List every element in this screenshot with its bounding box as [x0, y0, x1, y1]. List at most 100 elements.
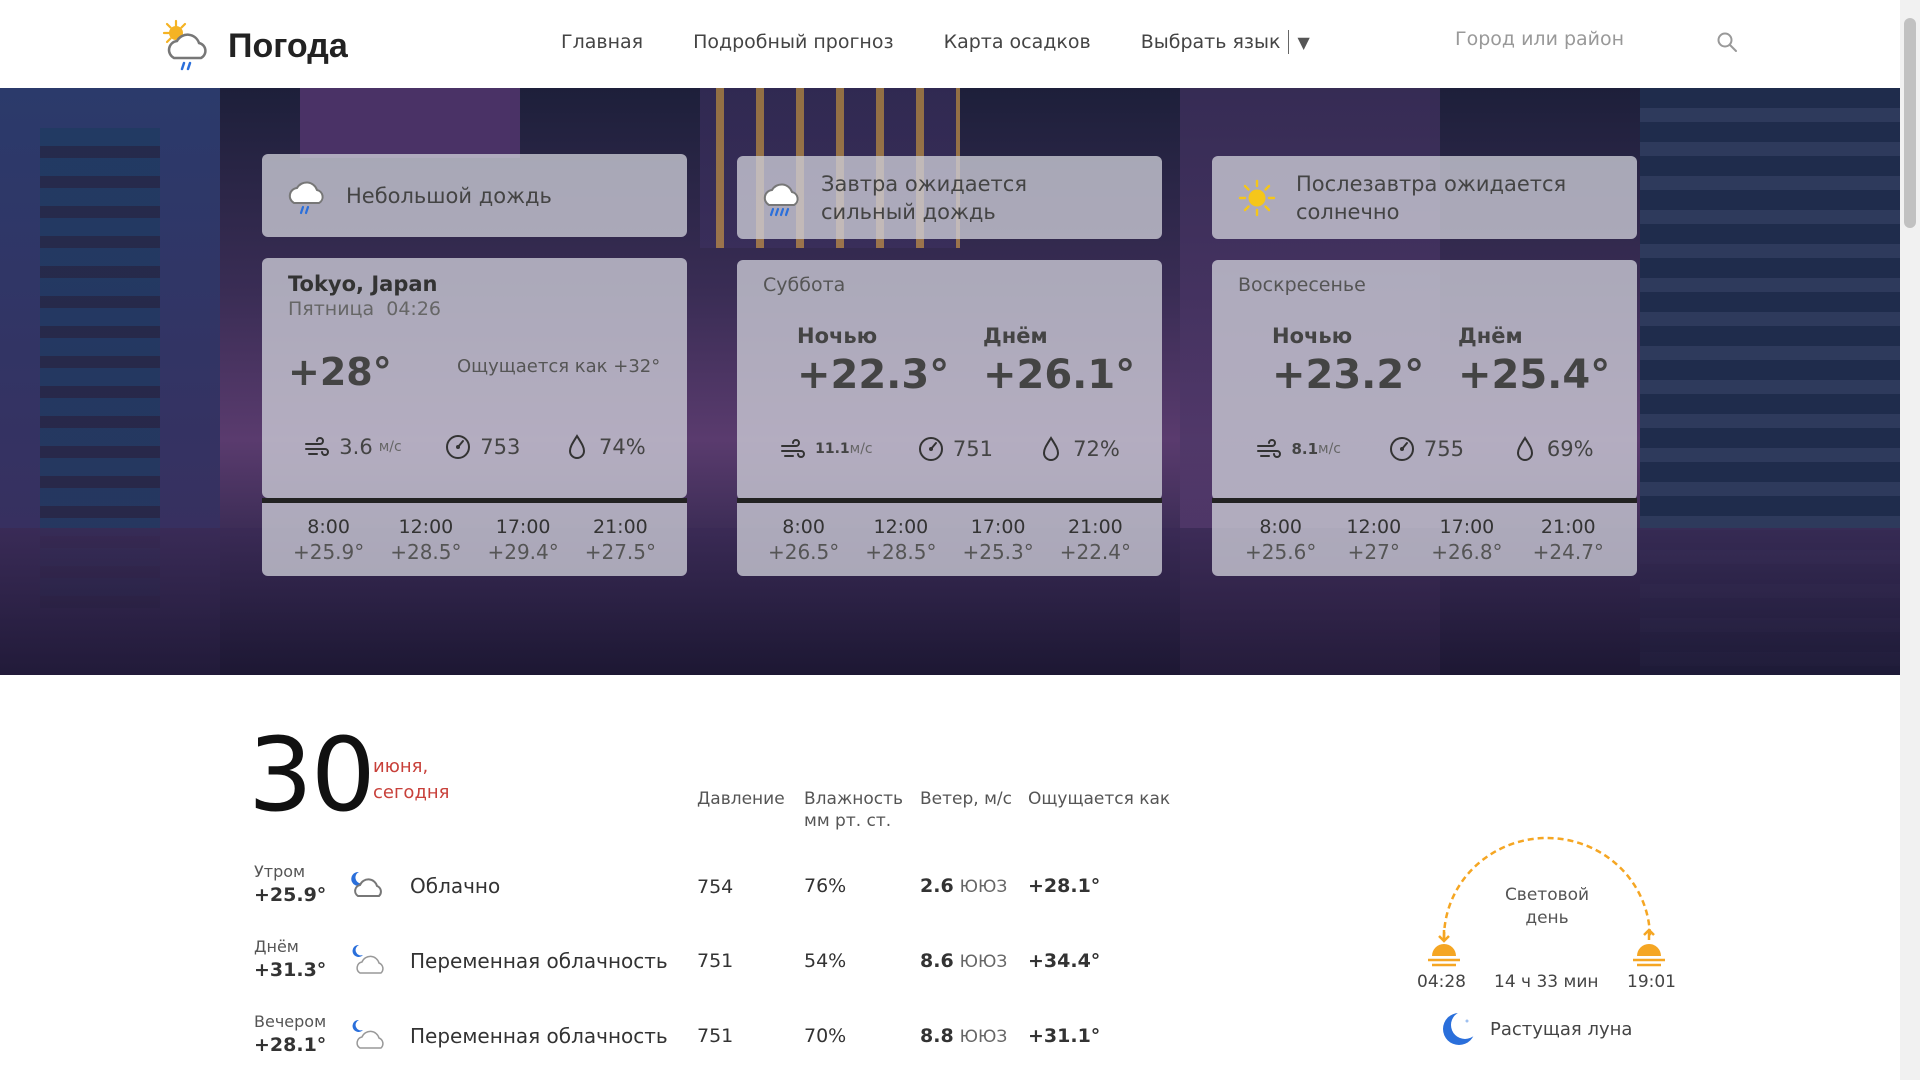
- hour-time: 21:00: [592, 515, 648, 538]
- saturday-metrics: 11.1 м/с 751 72%: [737, 435, 1162, 463]
- pressure-metric: 751: [917, 435, 993, 463]
- heavy-rain-cloud-icon: [763, 183, 799, 216]
- search-icon[interactable]: [1715, 30, 1739, 54]
- today-hourly: 8:00 +25.9° 12:00 +28.5° 17:00 +29.4° 21:00…: [262, 498, 687, 576]
- day-label: Днём: [1458, 324, 1523, 348]
- wind-metric: 3.6 м/с: [303, 433, 402, 461]
- row-pressure: 751: [697, 950, 734, 972]
- pressure-gauge-icon: [918, 437, 943, 461]
- city-name: Tokyo, Japan: [288, 272, 438, 296]
- pressure-value: 753: [480, 435, 521, 459]
- hourly-item: 8:00 +26.5°: [768, 516, 839, 564]
- today-datetime: Пятница 04:26: [288, 298, 661, 320]
- hourly-item: 8:00 +25.6°: [1245, 516, 1316, 564]
- period-label: Утром: [254, 862, 306, 881]
- night-temp: +23.2°: [1272, 352, 1425, 398]
- row-humidity: 70%: [804, 1025, 847, 1047]
- main-nav: Главная Подробный прогноз Карта осадков …: [561, 30, 1310, 54]
- moon-phase: Растущая луна: [1440, 1010, 1632, 1048]
- local-time: 04:26: [386, 298, 441, 320]
- column-feels: Ощущается как: [1028, 789, 1171, 809]
- humidity-value: 74%: [599, 435, 646, 459]
- hourly-item: 17:00 +25.3°: [962, 516, 1033, 564]
- column-humidity-unit: мм рт. ст.: [804, 811, 892, 831]
- night-label: Ночью: [1272, 324, 1353, 348]
- sunrise-time: 04:28: [1417, 972, 1466, 992]
- scrollbar-thumb[interactable]: [1904, 18, 1916, 228]
- period-temp: +25.9°: [254, 884, 327, 906]
- row-wind-direction: ЮЮЗ: [959, 877, 1008, 897]
- language-select[interactable]: Выбрать язык ▼: [1141, 30, 1310, 54]
- hour-time: 12:00: [873, 515, 929, 538]
- humidity-metric: 74%: [563, 433, 646, 461]
- row-wind: 8.6 ЮЮЗ: [920, 950, 1007, 972]
- alert-text: Послезавтра ожидается солнечно: [1296, 171, 1567, 224]
- nav-detailed-forecast[interactable]: Подробный прогноз: [693, 31, 894, 53]
- column-humidity-label: Влажность: [804, 789, 904, 809]
- alert-card-tomorrow: Завтра ожидается сильный дождь: [737, 156, 1162, 239]
- saturday-hourly: 8:00 +26.5° 12:00 +28.5° 17:00 +25.3° 21:00…: [737, 498, 1162, 576]
- alert-card-today: Небольшой дождь: [262, 154, 687, 237]
- sunday-hourly: 8:00 +25.6° 12:00 +27° 17:00 +26.8° 21:00 +2…: [1212, 498, 1637, 576]
- night-partly-cloudy-icon: [352, 1019, 384, 1049]
- pressure-metric: 753: [444, 433, 520, 461]
- dropdown-arrow-icon: ▼: [1297, 32, 1310, 52]
- day-name: Воскресенье: [1238, 274, 1366, 296]
- pressure-value: 751: [952, 437, 993, 461]
- column-humidity: Влажность мм рт. ст.: [804, 788, 903, 832]
- hour-time: 21:00: [1540, 515, 1596, 538]
- wind-unit: м/с: [849, 441, 873, 457]
- humidity-drop-icon: [1043, 436, 1060, 461]
- hourly-item: 21:00 +27.5°: [585, 516, 656, 564]
- hourly-item: 12:00 +27°: [1346, 516, 1401, 564]
- daylight-label: Световой день: [1412, 884, 1682, 930]
- hour-temp: +28.5°: [390, 539, 462, 564]
- search-input[interactable]: [1455, 28, 1705, 50]
- hour-time: 17:00: [495, 515, 551, 538]
- page-scrollbar[interactable]: [1900, 0, 1920, 1080]
- row-humidity: 76%: [804, 875, 847, 897]
- wind-metric: 8.1 м/с: [1255, 435, 1341, 463]
- row-feels-value: +34.4°: [1028, 950, 1101, 972]
- logo-text: Погода: [228, 26, 348, 65]
- hour-temp: +25.3°: [962, 539, 1034, 564]
- row-wind-speed: 8.6: [920, 950, 954, 972]
- sunset-time: 19:01: [1627, 972, 1676, 992]
- nav-precipitation-map[interactable]: Карта осадков: [944, 31, 1091, 53]
- row-wind-speed: 8.8: [920, 1025, 954, 1047]
- daylight-length: 14 ч 33 мин: [1494, 972, 1599, 992]
- hourly-item: 17:00 +26.8°: [1431, 516, 1502, 564]
- sunday-card: Воскресенье Ночью +23.2° Днём +25.4° 8.1…: [1212, 260, 1637, 500]
- hourly-item: 21:00 +24.7°: [1533, 516, 1604, 564]
- night-label: Ночью: [797, 324, 878, 348]
- language-select-label: Выбрать язык: [1140, 31, 1281, 53]
- logo[interactable]: Погода: [160, 18, 348, 74]
- night-partly-cloudy-icon: [352, 944, 384, 974]
- hourly-item: 12:00 +28.5°: [390, 516, 461, 564]
- period-description: Облачно: [410, 874, 501, 898]
- date-day-number: 30: [248, 716, 376, 835]
- humidity-value: 69%: [1546, 437, 1594, 461]
- hour-temp: +27.5°: [584, 539, 657, 564]
- wind-icon: [781, 439, 806, 458]
- night-temp: +22.3°: [797, 352, 950, 398]
- hour-time: 12:00: [1346, 515, 1402, 538]
- row-pressure: 751: [697, 1025, 734, 1047]
- logo-weather-icon: [162, 19, 207, 71]
- language-divider: [1288, 30, 1290, 54]
- today-card: Tokyo, Japan Пятница 04:26 +28° Ощущаетс…: [262, 258, 687, 498]
- night-cloudy-icon: [351, 871, 382, 897]
- waxing-moon-icon: [1443, 1011, 1478, 1045]
- wind-value: 11.1: [815, 441, 850, 457]
- nav-home[interactable]: Главная: [561, 31, 643, 53]
- background-building: [300, 88, 520, 158]
- row-wind: 8.8 ЮЮЗ: [920, 1025, 1007, 1047]
- saturday-card: Суббота Ночью +22.3° Днём +26.1° 11.1 м/с…: [737, 260, 1162, 500]
- row-wind-speed: 2.6: [920, 875, 954, 897]
- moon-phase-label: Растущая луна: [1490, 1018, 1633, 1040]
- period-label: Вечером: [254, 1012, 327, 1031]
- period-description: Переменная облачность: [410, 949, 668, 973]
- night-block: Ночью +23.2°: [1272, 324, 1424, 398]
- hour-temp: +29.4°: [487, 539, 559, 564]
- hour-time: 12:00: [398, 515, 454, 538]
